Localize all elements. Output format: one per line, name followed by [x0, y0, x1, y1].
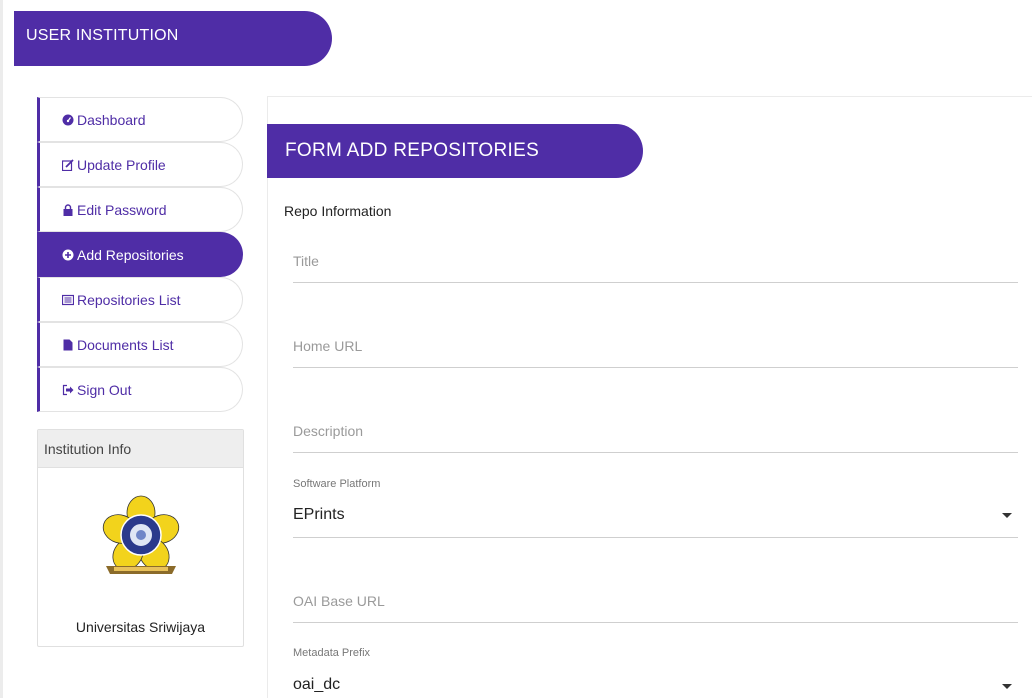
metadata-prefix-label: Metadata Prefix	[293, 647, 371, 659]
sidebar-nav: Dashboard Update Profile Edit Password A…	[37, 97, 243, 412]
dashboard-icon	[62, 114, 74, 126]
home-url-placeholder: Home URL	[293, 338, 363, 354]
university-logo	[98, 493, 184, 579]
sidebar-item-label: Dashboard	[77, 111, 146, 128]
sidebar-item-update-profile[interactable]: Update Profile	[37, 142, 243, 187]
oai-base-url-field[interactable]: OAI Base URL	[293, 588, 1018, 623]
sidebar-item-label: Documents List	[77, 336, 174, 353]
institution-info-panel: Institution Info Universitas Sriwijaya	[37, 429, 244, 647]
description-placeholder: Description	[293, 423, 364, 439]
oai-base-url-placeholder: OAI Base URL	[293, 593, 385, 609]
home-url-field[interactable]: Home URL	[293, 333, 1018, 368]
edit-icon	[62, 158, 74, 171]
chevron-down-icon	[1002, 513, 1012, 518]
chevron-down-icon	[1002, 684, 1012, 689]
software-platform-value: EPrints	[293, 506, 345, 523]
sidebar-item-repositories-list[interactable]: Repositories List	[37, 277, 243, 322]
title-field[interactable]: Title	[293, 248, 1018, 283]
sidebar-item-add-repositories[interactable]: Add Repositories	[37, 232, 243, 277]
institution-info-heading: Institution Info	[38, 430, 243, 468]
plus-circle-icon	[62, 249, 74, 261]
sidebar-item-label: Repositories List	[77, 291, 181, 308]
metadata-prefix-select[interactable]: Metadata Prefix oai_dc	[293, 647, 1018, 698]
sidebar-item-label: Sign Out	[77, 381, 132, 398]
institution-name: Universitas Sriwijaya	[75, 619, 206, 635]
metadata-prefix-value: oai_dc	[293, 676, 341, 693]
sidebar-item-dashboard[interactable]: Dashboard	[37, 97, 243, 142]
sidebar-item-label: Edit Password	[77, 201, 167, 218]
description-field[interactable]: Description	[293, 418, 1018, 453]
lock-icon	[62, 203, 74, 216]
sidebar-item-sign-out[interactable]: Sign Out	[37, 367, 243, 412]
sign-out-icon	[62, 384, 74, 396]
file-icon	[62, 339, 74, 351]
page-title-banner: USER INSTITUTION	[14, 11, 332, 66]
list-icon	[62, 294, 74, 306]
repo-information-label: Repo Information	[284, 203, 392, 219]
sidebar-item-edit-password[interactable]: Edit Password	[37, 187, 243, 232]
sidebar-item-label: Update Profile	[77, 156, 166, 173]
title-placeholder: Title	[293, 253, 319, 269]
software-platform-label: Software Platform	[293, 478, 381, 490]
sidebar-item-documents-list[interactable]: Documents List	[37, 322, 243, 367]
software-platform-select[interactable]: Software Platform EPrints	[293, 478, 1018, 538]
form-title-banner: FORM ADD REPOSITORIES	[267, 124, 643, 178]
page-left-border	[0, 0, 3, 698]
sidebar-item-label: Add Repositories	[77, 246, 184, 263]
